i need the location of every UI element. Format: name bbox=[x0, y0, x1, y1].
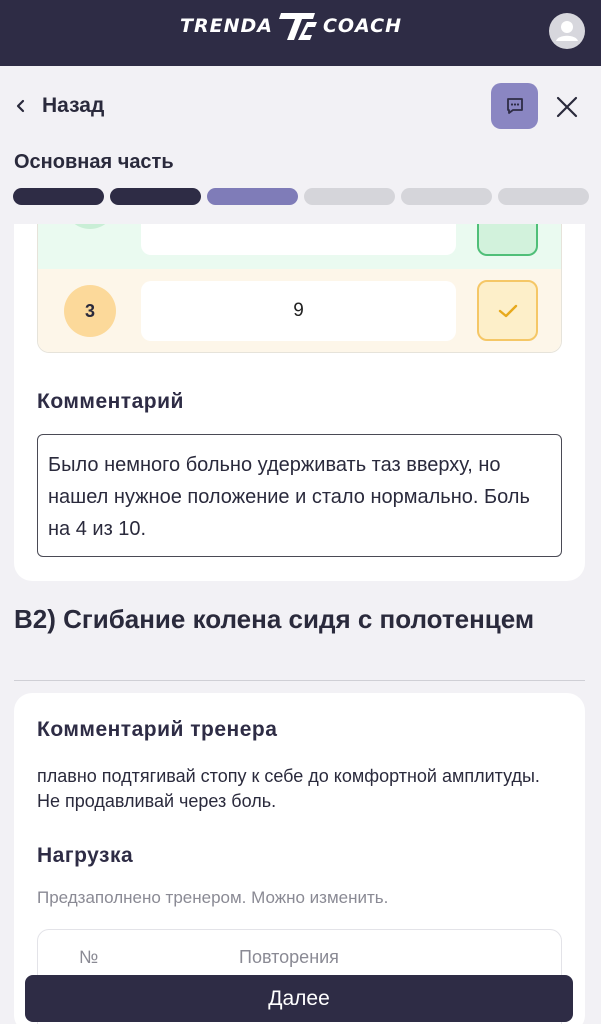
logo-mark-icon bbox=[278, 13, 317, 40]
comment-label: Комментарий bbox=[37, 390, 184, 413]
chevron-left-icon bbox=[16, 99, 25, 113]
set-row: 3 9 bbox=[38, 269, 561, 352]
avatar[interactable] bbox=[549, 13, 585, 49]
next-button[interactable]: Далее bbox=[25, 975, 573, 1022]
table-header-reps: Повторения bbox=[239, 947, 339, 967]
back-button[interactable]: Назад bbox=[14, 94, 104, 118]
progress-segment bbox=[401, 188, 492, 205]
logo-text-left: TRENDA bbox=[180, 15, 273, 37]
set-number: 3 bbox=[64, 285, 116, 337]
app-logo: TRENDA COACH bbox=[180, 10, 402, 42]
back-label: Назад bbox=[42, 94, 105, 117]
set-check-button[interactable] bbox=[477, 280, 538, 341]
user-icon bbox=[556, 21, 578, 41]
progress-segment bbox=[304, 188, 395, 205]
chat-button[interactable] bbox=[491, 83, 538, 129]
progress-segment bbox=[498, 188, 589, 205]
load-label: Нагрузка bbox=[37, 844, 134, 867]
set-value-input[interactable]: 9 bbox=[141, 281, 456, 341]
divider bbox=[14, 680, 585, 681]
logo-text-right: COACH bbox=[322, 15, 403, 37]
checkmark-icon bbox=[498, 304, 517, 317]
comment-textarea[interactable]: Было немного больно удерживать таз вверх… bbox=[37, 434, 562, 557]
coach-comment-label: Комментарий тренера bbox=[37, 718, 278, 741]
progress-segment bbox=[13, 188, 104, 205]
load-hint: Предзаполнено тренером. Можно изменить. bbox=[37, 888, 389, 907]
progress-segment bbox=[110, 188, 201, 205]
section-title: Основная часть bbox=[14, 151, 174, 173]
chat-icon bbox=[506, 98, 523, 114]
close-icon[interactable] bbox=[555, 95, 579, 119]
progress-bar bbox=[13, 188, 589, 205]
top-bar: TRENDA COACH bbox=[0, 0, 601, 66]
exercise-title: B2) Сгибание колена сидя с полотенцем bbox=[14, 604, 535, 634]
table-header-number: № bbox=[79, 947, 99, 967]
progress-segment bbox=[207, 188, 298, 205]
coach-comment-text: плавно подтягивай стопу к себе до комфор… bbox=[37, 766, 540, 811]
